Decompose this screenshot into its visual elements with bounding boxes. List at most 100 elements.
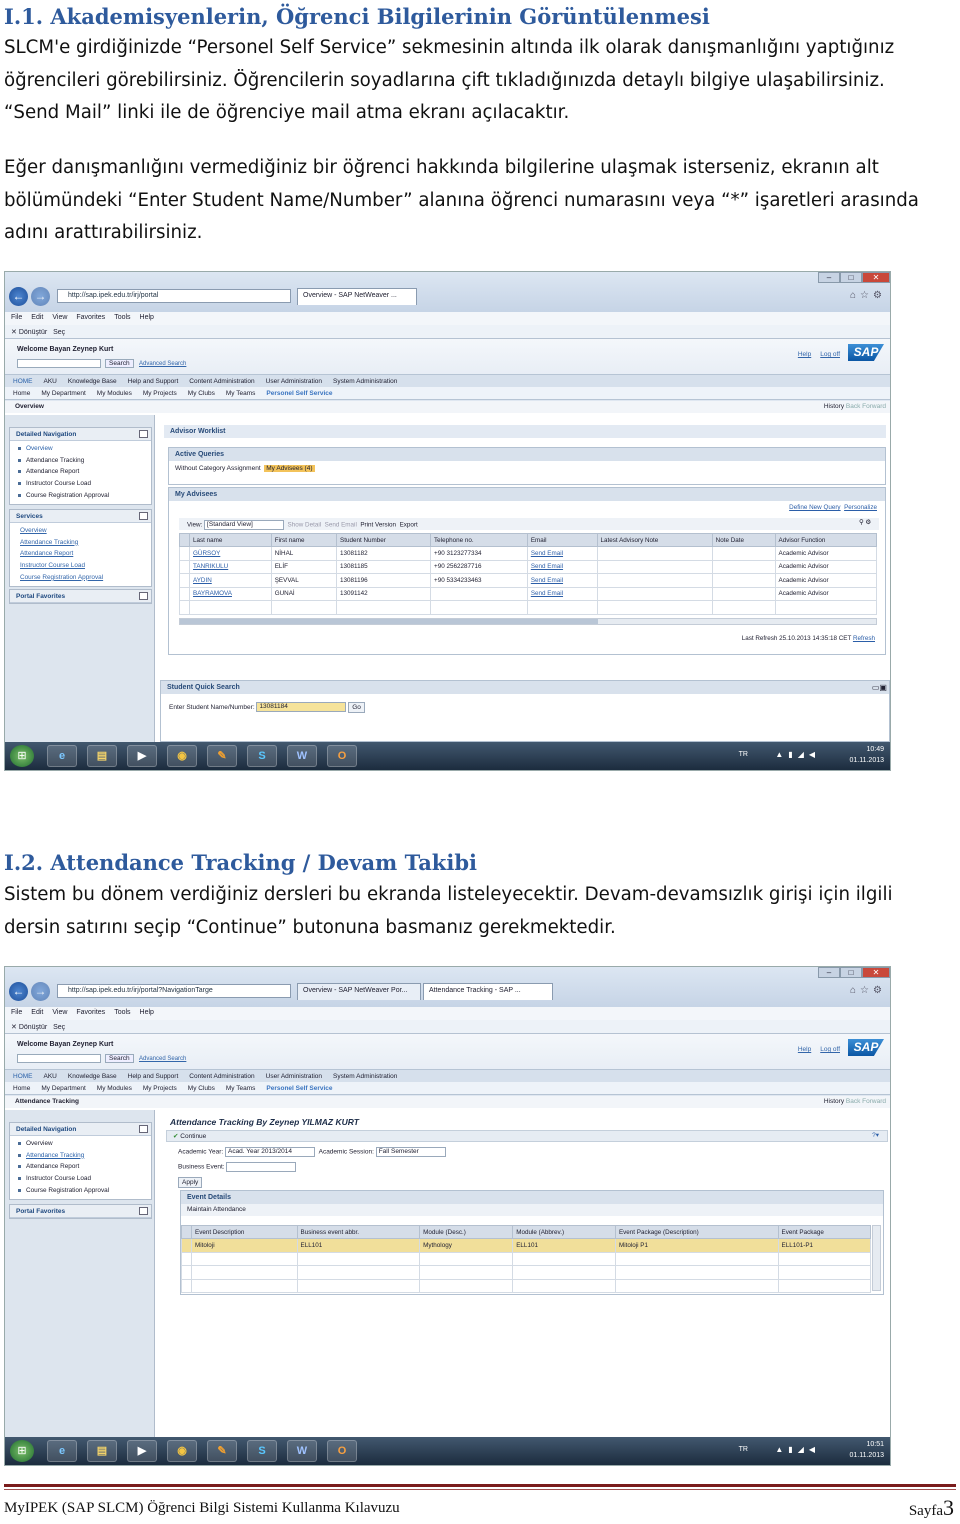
tab-system-admin[interactable]: System Administration [333, 378, 397, 385]
subtab-my-modules[interactable]: My Modules [97, 390, 132, 397]
service-link-instructor-course-load[interactable]: Instructor Course Load [10, 560, 151, 572]
row-selector[interactable] [181, 1238, 192, 1253]
col-advisor-function[interactable]: Advisor Function [774, 533, 878, 547]
col-event-description[interactable]: Event Description [191, 1225, 298, 1239]
convert-button[interactable]: Dönüştür [19, 1024, 47, 1031]
language-indicator[interactable]: TR [739, 751, 748, 758]
menu-edit[interactable]: Edit [31, 314, 43, 321]
maintain-attendance-tab[interactable]: Maintain Attendance [181, 1204, 883, 1216]
help-icon[interactable]: ?▾ [872, 1131, 879, 1139]
table-row[interactable]: GÜRSOY NİHAL 13081182 +90 3123277334 Send Em… [179, 546, 878, 561]
business-event-input[interactable] [226, 1162, 297, 1172]
apply-button[interactable]: Apply [178, 1177, 203, 1188]
menu-help[interactable]: Help [140, 1009, 154, 1016]
menu-tools[interactable]: Tools [114, 1009, 130, 1016]
select-button[interactable]: Seç [53, 1024, 65, 1031]
sidebar-item-overview[interactable]: Overview [10, 1138, 151, 1150]
subtab-my-projects[interactable]: My Projects [143, 1085, 177, 1092]
internet-explorer-icon[interactable]: e [47, 1440, 77, 1462]
send-email-link[interactable]: Send Email [526, 573, 598, 588]
tab-user-admin[interactable]: User Administration [266, 1073, 322, 1080]
collapse-icon[interactable] [139, 1207, 148, 1215]
paint-icon[interactable]: ✎ [207, 1440, 237, 1462]
sidebar-item-course-registration-approval[interactable]: Course Registration Approval [10, 1185, 151, 1197]
last-name-link[interactable]: AYDIN [189, 573, 272, 588]
help-link[interactable]: Help [798, 351, 811, 358]
refresh-link[interactable]: Refresh [853, 635, 875, 642]
col-module-desc[interactable]: Module (Desc.) [419, 1225, 514, 1239]
browser-tab-attendance[interactable]: Attendance Tracking - SAP ... [423, 983, 553, 1000]
tab-help-support[interactable]: Help and Support [128, 378, 179, 385]
last-name-link[interactable]: TANRIKULU [189, 559, 272, 574]
sidebar-item-course-registration-approval[interactable]: Course Registration Approval [10, 490, 151, 502]
tab-aku[interactable]: AKU [44, 1073, 57, 1080]
tab-knowledge-base[interactable]: Knowledge Base [68, 378, 117, 385]
table-row[interactable]: Mitoloji ELL101 Mythology ELL101 Mitoloj… [181, 1238, 872, 1253]
collapse-icon[interactable] [139, 512, 148, 520]
col-event-package[interactable]: Event Package [777, 1225, 872, 1239]
language-indicator[interactable]: TR [739, 1446, 748, 1453]
sidebar-item-instructor-course-load[interactable]: Instructor Course Load [10, 1173, 151, 1185]
checkmark-icon[interactable]: ✔ [173, 1133, 178, 1140]
subtab-personel-self-service[interactable]: Personel Self Service [266, 390, 332, 397]
tab-knowledge-base[interactable]: Knowledge Base [68, 1073, 117, 1080]
continue-button[interactable]: Continue [180, 1133, 206, 1140]
paint-icon[interactable]: ✎ [207, 745, 237, 767]
vertical-scrollbar[interactable] [872, 1225, 881, 1291]
menu-file[interactable]: File [11, 1009, 22, 1016]
table-row[interactable]: AYDIN ŞEVVAL 13081196 +90 5334233463 Send Em… [179, 573, 878, 588]
row-selector[interactable] [179, 586, 190, 601]
internet-explorer-icon[interactable]: e [47, 745, 77, 767]
browser-tab-overview[interactable]: Overview - SAP NetWeaver Por... [297, 983, 421, 1000]
back-icon[interactable]: ← [9, 287, 28, 306]
go-button[interactable]: Go [348, 702, 365, 713]
history-link[interactable]: History [824, 403, 844, 410]
collapse-icon[interactable] [139, 1125, 148, 1133]
browser-tab[interactable]: Overview - SAP NetWeaver ... [297, 288, 417, 305]
media-player-icon[interactable]: ▶ [127, 745, 157, 767]
tray-clock[interactable]: 10:49 01.11.2013 [849, 744, 884, 766]
service-link-overview[interactable]: Overview [10, 525, 151, 537]
advanced-search-link[interactable]: Advanced Search [139, 1056, 186, 1062]
close-icon[interactable]: ✕ [11, 329, 19, 336]
col-student-number[interactable]: Student Number [336, 533, 432, 547]
search-button[interactable]: Search [105, 1054, 134, 1063]
media-player-icon[interactable]: ▶ [127, 1440, 157, 1462]
chrome-icon[interactable]: ◉ [167, 1440, 197, 1462]
maximize-icon[interactable]: □ [840, 967, 862, 978]
subtab-my-clubs[interactable]: My Clubs [188, 390, 215, 397]
help-link[interactable]: Help [798, 1046, 811, 1053]
my-advisees-query-link[interactable]: My Advisees (4) [264, 465, 315, 472]
sidebar-item-attendance-tracking[interactable]: Attendance Tracking [10, 1150, 151, 1162]
menu-help[interactable]: Help [140, 314, 154, 321]
menu-view[interactable]: View [52, 1009, 67, 1016]
subtab-home[interactable]: Home [13, 1085, 30, 1092]
start-button-icon[interactable]: ⊞ [10, 1440, 34, 1462]
back-link[interactable]: Back [846, 403, 860, 410]
menu-file[interactable]: File [11, 314, 22, 321]
subtab-personel-self-service[interactable]: Personel Self Service [266, 1085, 332, 1092]
subtab-my-department[interactable]: My Department [41, 1085, 85, 1092]
select-button[interactable]: Seç [53, 329, 65, 336]
word-icon[interactable]: W [287, 745, 317, 767]
address-bar[interactable]: http://sap.ipek.edu.tr/irj/portal [57, 289, 291, 303]
tab-content-admin[interactable]: Content Administration [189, 1073, 254, 1080]
subtab-my-teams[interactable]: My Teams [226, 1085, 256, 1092]
browser-tools-icons[interactable]: ⌂☆⚙ [850, 290, 886, 301]
send-email-link[interactable]: Send Email [526, 546, 598, 561]
tab-content-admin[interactable]: Content Administration [189, 378, 254, 385]
forward-link[interactable]: Forward [862, 403, 886, 410]
menu-favorites[interactable]: Favorites [76, 314, 105, 321]
col-event-package-desc[interactable]: Event Package (Description) [614, 1225, 779, 1239]
forward-link[interactable]: Forward [862, 1098, 886, 1105]
back-link[interactable]: Back [846, 1098, 860, 1105]
collapse-icon[interactable] [139, 430, 148, 438]
search-input[interactable] [17, 359, 101, 368]
skype-icon[interactable]: S [247, 1440, 277, 1462]
print-version-button[interactable]: Print Version [360, 522, 396, 529]
logoff-link[interactable]: Log off [820, 1046, 840, 1053]
table-row[interactable]: TANRIKULU ELİF 13081185 +90 2562287716 Send … [179, 559, 878, 574]
service-link-attendance-report[interactable]: Attendance Report [10, 548, 151, 560]
horizontal-scrollbar[interactable] [179, 618, 877, 625]
row-selector[interactable] [179, 559, 190, 574]
